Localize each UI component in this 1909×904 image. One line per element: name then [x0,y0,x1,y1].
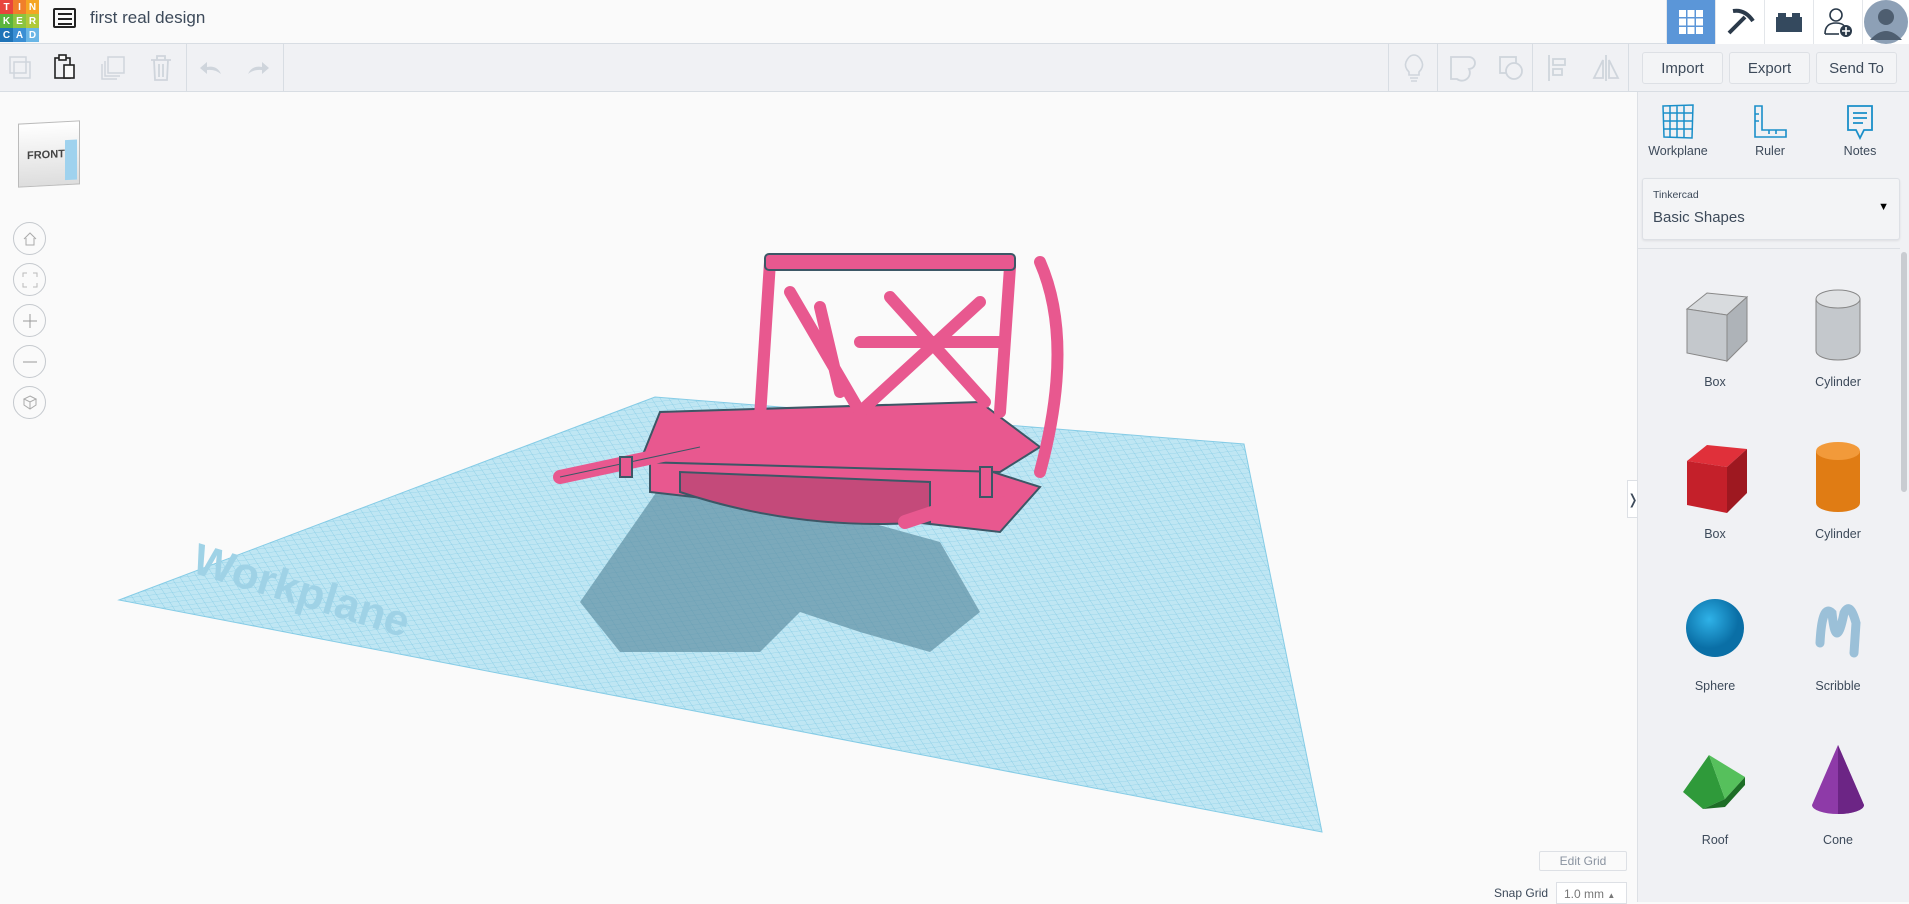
shape-cylinder-orange[interactable]: Cylinder [1778,431,1898,541]
shape-label: Roof [1701,833,1729,847]
grid-view-icon[interactable] [1666,0,1715,44]
paste-icon[interactable] [48,52,82,84]
shape-sphere[interactable]: Sphere [1655,583,1775,693]
chevron-down-icon: ▼ [1878,201,1889,213]
view-cube-face: FRONT [27,148,65,163]
snap-grid-select[interactable]: 1.0 mm ▲ [1556,882,1627,904]
align-icon[interactable] [1541,52,1575,84]
cylinder-hole-icon [1815,289,1861,361]
design-title[interactable]: first real design [90,8,205,28]
shape-scribble[interactable]: Scribble [1778,583,1898,693]
shape-cylinder-gray[interactable]: Cylinder [1778,279,1898,389]
logo-letter: R [26,14,39,28]
workplane-icon [1662,104,1694,139]
workplane-label: Workplane [1648,144,1708,158]
logo-letter: D [26,28,39,42]
scribble-icon [1815,604,1861,658]
shape-cone[interactable]: Cone [1778,737,1898,847]
cone-icon [1812,745,1864,814]
notes-label: Notes [1843,144,1877,158]
toolbar [0,44,1909,92]
perspective-toggle-button[interactable] [13,386,46,419]
library-source: Tinkercad [1653,189,1699,201]
shape-library-dropdown[interactable]: Tinkercad Basic Shapes ▼ [1642,178,1900,240]
shape-label: Cylinder [1815,527,1861,541]
top-bar: TINKERCAD first real design [0,0,1909,44]
shape-box-gray[interactable]: Box [1655,279,1775,389]
zoom-out-button[interactable] [13,345,46,378]
ungroup-icon[interactable] [1494,52,1528,84]
export-button[interactable]: Export [1729,52,1810,84]
library-name: Basic Shapes [1653,209,1745,226]
delete-icon[interactable] [144,52,178,84]
3d-viewport[interactable]: Workplane FRONT Edit Grid Snap Grid 1.0 … [0,92,1639,904]
logo-letter: K [0,14,13,28]
edit-grid-button[interactable]: Edit Grid [1539,851,1627,871]
shape-label: Sphere [1694,679,1736,693]
notes-tool[interactable]: Notes [1820,104,1900,158]
logo-letter: A [13,28,26,42]
light-bulb-icon[interactable] [1397,52,1431,84]
send-to-button[interactable]: Send To [1816,52,1897,84]
logo-letter: N [26,0,39,14]
shape-label: Box [1704,375,1726,389]
fit-view-button[interactable] [13,263,46,296]
brick-icon[interactable] [1764,0,1813,44]
ruler-label: Ruler [1755,144,1785,158]
shape-label: Scribble [1815,679,1861,693]
logo-letter: E [13,14,26,28]
box-hole-icon [1685,292,1749,363]
zoom-in-button[interactable] [13,304,46,337]
shape-label: Box [1704,527,1726,541]
sphere-icon [1686,599,1744,657]
shape-box-red[interactable]: Box [1655,431,1775,541]
pickaxe-icon[interactable] [1715,0,1764,44]
design-list-icon[interactable] [53,8,76,28]
home-view-button[interactable] [13,222,46,255]
snap-grid-label: Snap Grid [1494,886,1549,900]
right-panel: Workplane Ruler Notes Tinkercad Basic Sh… [1637,92,1909,902]
group-icon[interactable] [1445,52,1479,84]
duplicate-icon[interactable] [96,52,130,84]
avatar[interactable] [1862,0,1909,44]
logo-letter: I [13,0,26,14]
workplane-tool[interactable]: Workplane [1638,104,1718,158]
import-button[interactable]: Import [1642,52,1723,84]
snap-grid-value: 1.0 mm [1564,887,1605,901]
roof-icon [1683,755,1745,809]
ruler-tool[interactable]: Ruler [1730,104,1810,158]
add-user-icon[interactable] [1813,0,1862,44]
redo-icon[interactable] [241,52,275,84]
mirror-icon[interactable] [1589,52,1623,84]
logo-letter: T [0,0,13,14]
undo-icon[interactable] [194,52,228,84]
shape-label: Cylinder [1815,375,1861,389]
shape-label: Cone [1823,833,1853,847]
box-icon [1687,445,1747,513]
shape-roof[interactable]: Roof [1655,737,1775,847]
notes-icon [1847,105,1873,140]
tinkercad-logo[interactable]: TINKERCAD [0,0,40,42]
cylinder-icon [1816,442,1860,512]
shape-list: Box Cylinder Box Cylinder Sphere Scribbl… [1638,248,1900,902]
copy-icon[interactable] [2,52,36,84]
ruler-icon [1754,105,1787,138]
view-cube[interactable]: FRONT [18,120,80,188]
scene: Workplane [117,253,1323,833]
logo-letter: C [0,28,13,42]
shape-list-scrollbar[interactable] [1901,252,1907,492]
